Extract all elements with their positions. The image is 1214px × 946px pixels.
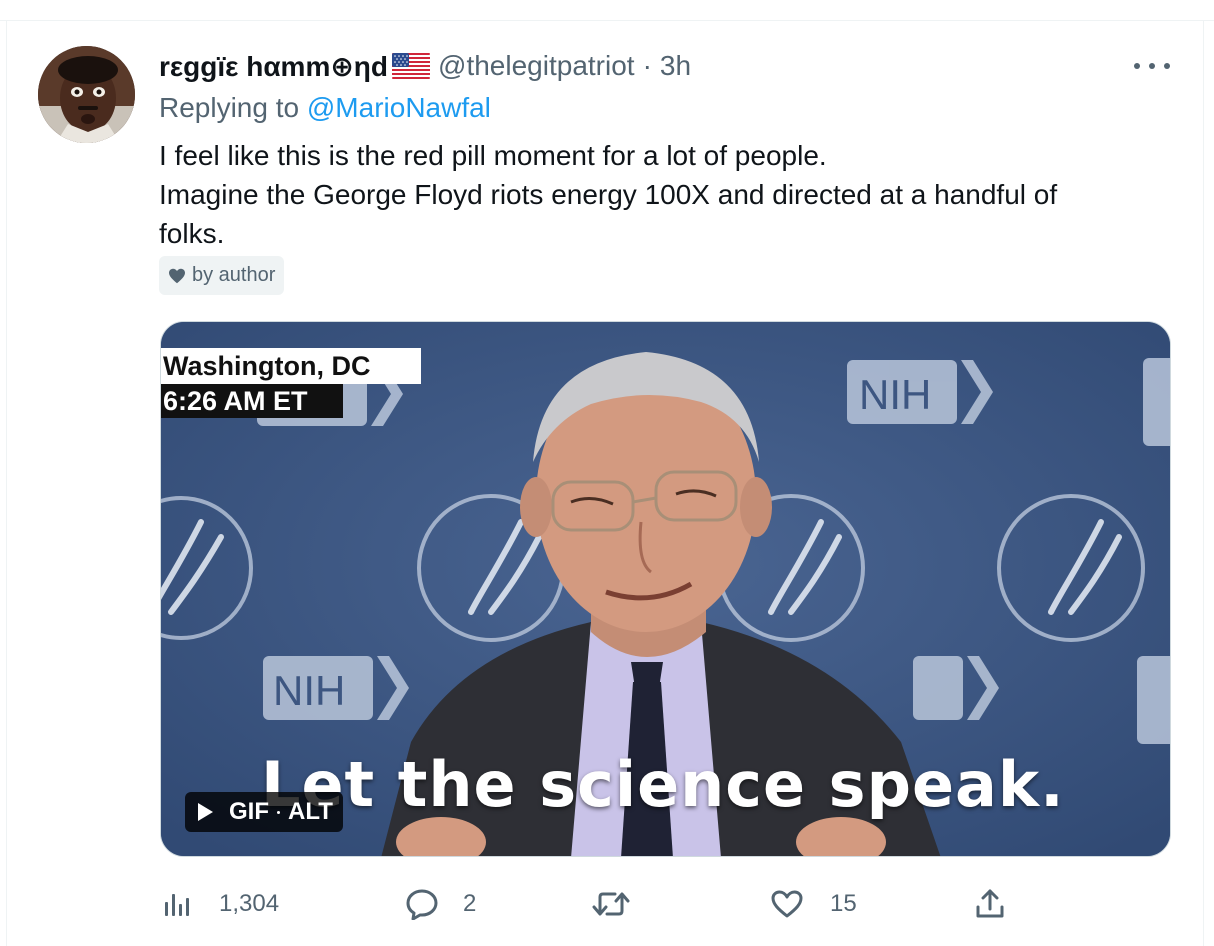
badge-separator	[277, 810, 280, 814]
alt-text-button[interactable]: ALT	[282, 798, 343, 826]
share-action[interactable]	[974, 884, 1006, 924]
nih-logo-text: NIH	[859, 371, 931, 418]
location-label: Washington, DC	[161, 348, 421, 384]
share-icon	[976, 889, 1004, 918]
like-action[interactable]: 15	[770, 884, 857, 924]
broadcast-time-label: 6:26 AM ET	[161, 384, 343, 418]
like-count: 15	[830, 890, 857, 917]
views-bar-chart-icon	[165, 894, 189, 916]
tweet-timestamp[interactable]: 3h	[660, 50, 691, 82]
tweet-header: rεggïε hαmm⊕ηd @thelegitpatriot · 3h	[159, 48, 691, 84]
separator-dot: ·	[642, 50, 652, 81]
views-count: 1,304	[219, 890, 280, 917]
video-caption: Let the science speak.	[261, 748, 1065, 821]
retweet-action[interactable]	[591, 884, 651, 924]
play-icon[interactable]	[185, 792, 225, 832]
gif-controls: GIF ALT	[185, 792, 343, 832]
user-handle[interactable]: @thelegitpatriot	[438, 50, 635, 82]
reply-icon	[406, 889, 438, 920]
avatar[interactable]	[38, 46, 135, 143]
reply-mention-link[interactable]: @MarioNawfal	[307, 92, 491, 123]
tweet-text: I feel like this is the red pill moment …	[159, 136, 1159, 253]
liked-by-label: by author	[192, 264, 276, 286]
tweet-actions: 1,304 2 15	[159, 884, 1019, 924]
views-action[interactable]: 1,304	[163, 884, 279, 924]
heart-icon	[771, 890, 803, 918]
nih-logo-text: NIH	[273, 667, 345, 714]
tweet-text-line: I feel like this is the red pill moment …	[159, 140, 827, 171]
gif-badge: GIF	[229, 798, 269, 825]
display-name[interactable]: rεggïε hαmm⊕ηd	[159, 50, 388, 83]
retweet-icon	[592, 892, 630, 916]
replying-to: Replying to @MarioNawfal	[159, 92, 491, 124]
reply-count: 2	[463, 890, 477, 917]
replying-to-label: Replying to	[159, 92, 307, 123]
heart-filled-icon	[169, 268, 185, 283]
tweet-text-line: folks.	[159, 218, 225, 249]
us-flag-icon	[392, 53, 431, 79]
more-options-icon[interactable]	[1134, 56, 1170, 76]
tweet-text-line: Imagine the George Floyd riots energy 10…	[159, 179, 1058, 210]
reply-action[interactable]: 2	[405, 884, 476, 924]
liked-by-author-badge: by author	[159, 256, 285, 295]
gif-media[interactable]: NIH NIH Washington, DC 6:26 AM ET Let th…	[160, 321, 1171, 857]
